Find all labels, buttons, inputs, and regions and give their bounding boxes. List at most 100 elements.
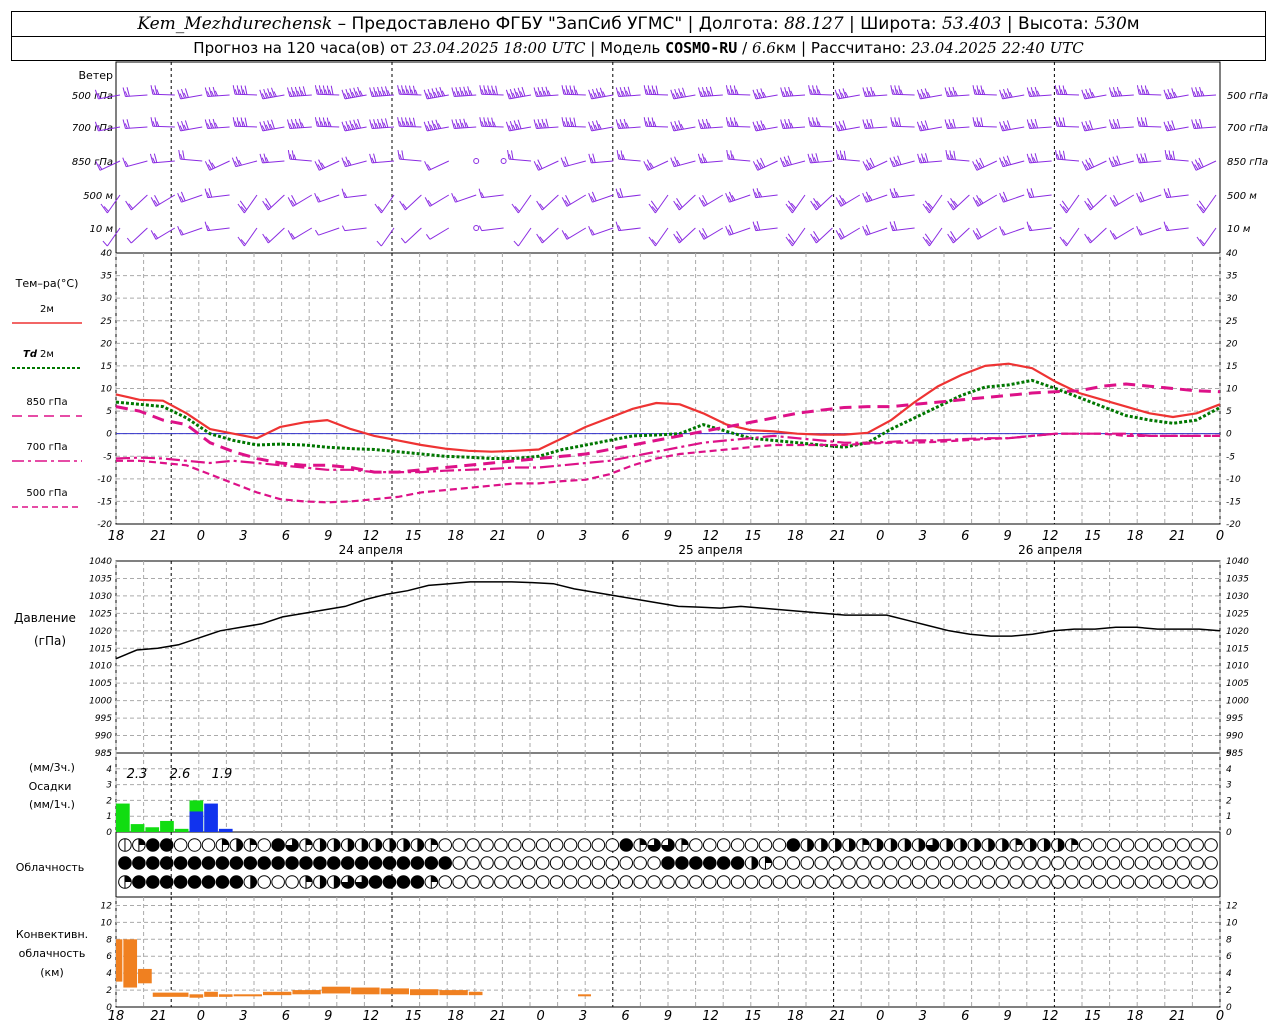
wind-barb-feather bbox=[835, 149, 839, 160]
wind-barb-shaft bbox=[1089, 227, 1107, 244]
wind-barb-feather bbox=[397, 149, 400, 160]
conv-bar bbox=[321, 986, 351, 994]
cloud-symbol bbox=[661, 838, 675, 852]
cloud-symbol bbox=[675, 856, 689, 870]
cloud-symbol bbox=[229, 875, 244, 889]
wind-barb bbox=[889, 188, 915, 199]
cloud-symbol bbox=[633, 838, 647, 852]
wind-barb-shaft bbox=[126, 160, 148, 168]
cloud-symbol bbox=[689, 875, 703, 889]
cloud-symbol bbox=[605, 856, 620, 870]
cloud-circle bbox=[340, 856, 355, 870]
cloud-symbol bbox=[494, 856, 508, 870]
cloud-symbol bbox=[1148, 875, 1163, 889]
wind-barb-shaft bbox=[181, 227, 203, 236]
cloud-circle bbox=[1204, 838, 1218, 852]
cloud-symbol bbox=[466, 838, 480, 852]
wind-barb bbox=[399, 194, 422, 211]
cloud-circle bbox=[494, 875, 508, 889]
wind-barb bbox=[588, 87, 614, 100]
wind-barb-shaft bbox=[728, 125, 751, 128]
wind-barb bbox=[341, 156, 367, 168]
wind-barb bbox=[862, 191, 888, 203]
cloud-circle bbox=[1134, 875, 1149, 889]
cloud-circle bbox=[1106, 856, 1121, 870]
cloud-circle bbox=[591, 856, 606, 870]
hour-tick-label: 12 bbox=[702, 1009, 719, 1024]
cloud-circle bbox=[521, 856, 536, 870]
wind-barb-shaft bbox=[344, 194, 367, 199]
cloud-circle bbox=[535, 856, 550, 870]
cloud-circle bbox=[591, 875, 606, 889]
wind-level-label: 700 гПа bbox=[72, 123, 113, 134]
conv-tick-right: 4 bbox=[1226, 969, 1232, 979]
wind-barb-feather bbox=[976, 228, 982, 238]
conv-bar bbox=[410, 989, 439, 996]
cloud-fill bbox=[333, 875, 341, 889]
wind-barb-shaft bbox=[952, 194, 970, 211]
cloud-circle bbox=[1204, 856, 1218, 870]
cloud-symbol bbox=[967, 838, 982, 852]
wind-barb bbox=[314, 117, 340, 128]
conv-bar bbox=[380, 988, 409, 995]
wind-barb bbox=[1026, 153, 1052, 164]
cloud-symbol bbox=[981, 838, 996, 852]
cloud-symbol bbox=[702, 875, 717, 889]
cloud-symbol bbox=[257, 875, 272, 889]
wind-barb bbox=[780, 118, 806, 130]
hour-tick-label: 0 bbox=[876, 1009, 884, 1024]
cloud-circle bbox=[772, 838, 787, 852]
cloud-symbol bbox=[981, 875, 996, 889]
cloud-symbol bbox=[327, 856, 341, 870]
wind-barb bbox=[862, 224, 888, 236]
cloud-circle bbox=[257, 838, 272, 852]
legend-label: 500 гПа bbox=[26, 488, 67, 499]
cloud-circle bbox=[772, 856, 787, 870]
pressure-tick-right: 1040 bbox=[1226, 557, 1249, 567]
cloud-circle bbox=[995, 856, 1009, 870]
wind-barb-feather bbox=[1034, 153, 1039, 163]
cloud-symbol bbox=[327, 838, 341, 852]
date-label: 24 апреля bbox=[339, 543, 403, 557]
cloud-symbol bbox=[215, 838, 230, 852]
wind-barb-feather bbox=[726, 149, 729, 160]
cloud-symbol bbox=[494, 838, 508, 852]
cloud-symbol bbox=[800, 856, 815, 870]
wind-barb bbox=[947, 194, 970, 211]
cloud-symbol bbox=[1120, 875, 1135, 889]
wind-barb bbox=[779, 155, 806, 168]
cloud-circle bbox=[661, 875, 675, 889]
wind-barb bbox=[286, 86, 312, 98]
wind-barb-shaft bbox=[155, 227, 176, 240]
wind-barb bbox=[890, 117, 915, 128]
cloud-circle bbox=[271, 856, 285, 870]
wind-barb bbox=[1054, 117, 1080, 128]
cloud-circle bbox=[549, 875, 564, 889]
temp-title: Тем–ра(°С) bbox=[15, 277, 79, 290]
wind-barb bbox=[536, 227, 559, 244]
wind-barb-shaft bbox=[209, 160, 230, 171]
cloud-symbol bbox=[1204, 838, 1218, 852]
conv-tick-left: 6 bbox=[106, 952, 112, 962]
cloud-circle bbox=[577, 875, 592, 889]
wind-barb-shaft bbox=[1003, 227, 1025, 236]
cloud-circle bbox=[702, 875, 717, 889]
cloud-symbol bbox=[159, 875, 174, 889]
cloud-circle bbox=[257, 856, 272, 870]
wind-barb-feather bbox=[702, 195, 708, 205]
wind-barb-feather bbox=[1116, 118, 1121, 129]
cloud-symbol bbox=[521, 875, 536, 889]
hour-tick-label: 15 bbox=[745, 529, 762, 544]
cloud-fill bbox=[361, 838, 368, 852]
wind-barb-feather bbox=[573, 117, 577, 127]
precip-tick-left: 3 bbox=[106, 781, 112, 791]
wind-barb-feather bbox=[841, 154, 845, 160]
cloud-symbol bbox=[716, 838, 731, 852]
cloud-fill bbox=[1057, 838, 1065, 852]
cloud-symbol bbox=[299, 838, 313, 852]
temp-tick-left: -10 bbox=[97, 475, 112, 485]
wind-barb-feather bbox=[289, 154, 293, 160]
cloud-symbol bbox=[1176, 838, 1190, 852]
cloud-circle bbox=[689, 875, 703, 889]
cloud-symbol bbox=[521, 856, 536, 870]
